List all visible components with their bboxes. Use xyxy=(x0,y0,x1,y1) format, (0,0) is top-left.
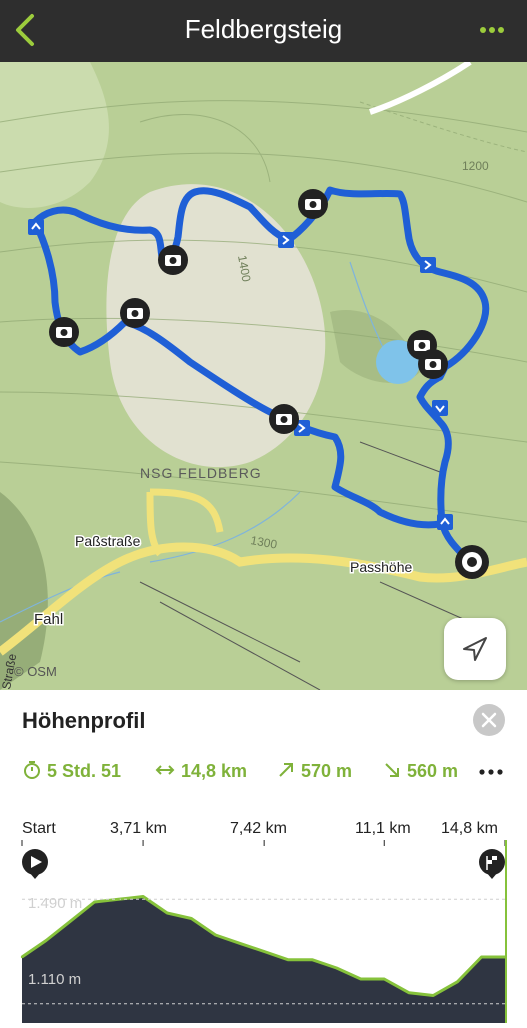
village-label: Fahl xyxy=(34,611,63,628)
elevation-point xyxy=(383,977,386,981)
contour-label: 1200 xyxy=(462,159,489,173)
elevation-chart[interactable]: 1.490 m 1.110 m xyxy=(0,794,527,1023)
ascent-stat: 570 m xyxy=(276,760,352,782)
axis-tick-label: 11,1 km xyxy=(355,820,411,837)
navigation-arrow-icon xyxy=(463,637,487,661)
descent-value: 560 m xyxy=(407,761,459,781)
axis-tick-label: 7,42 km xyxy=(230,820,287,837)
elevation-point xyxy=(407,991,411,994)
descent-stat: 560 m xyxy=(382,760,472,782)
elevation-point xyxy=(20,955,24,959)
more-dots-icon xyxy=(479,769,503,775)
map-canvas: NSG FELDBERG Paßstraße Passhöhe Fahl 120… xyxy=(0,62,527,690)
elevation-profile-panel: Höhenprofil 5 Std. 51 14,8 km 570 m 560 … xyxy=(0,690,527,1023)
map-attribution: © OSM xyxy=(14,664,57,679)
elevation-point xyxy=(214,933,217,937)
street-label: Paßstraße xyxy=(75,533,141,549)
camera-icon xyxy=(418,349,448,379)
direction-arrow-icon xyxy=(437,514,453,530)
camera-icon xyxy=(298,189,328,219)
elevation-point xyxy=(335,966,338,970)
elevation-point xyxy=(190,917,193,920)
direction-arrow-icon xyxy=(28,219,44,235)
elevation-point xyxy=(141,895,145,898)
camera-icon xyxy=(120,298,150,328)
axis-tick-label: 14,8 km xyxy=(441,820,498,837)
play-marker-icon xyxy=(22,849,48,879)
stopwatch-icon xyxy=(24,761,40,779)
camera-icon xyxy=(269,404,299,434)
camera-icon xyxy=(49,317,79,347)
region-label: NSG FELDBERG xyxy=(140,465,262,481)
more-dots-icon xyxy=(480,27,504,33)
ascent-arrow-icon xyxy=(279,763,293,777)
close-icon xyxy=(481,712,497,728)
elevation-point xyxy=(93,900,96,904)
distance-value: 14,8 km xyxy=(181,761,248,781)
elevation-point xyxy=(262,950,266,953)
elevation-point xyxy=(287,958,290,961)
altitude-label-low: 1.110 m xyxy=(28,971,82,988)
elevation-point xyxy=(238,942,241,945)
axis-tick-label: 3,71 km xyxy=(110,820,167,837)
elevation-chart-svg xyxy=(20,794,514,1023)
duration-stat: 5 Std. 51 xyxy=(22,760,121,782)
locate-button[interactable] xyxy=(444,618,506,680)
direction-arrow-icon xyxy=(420,257,436,273)
camera-icon xyxy=(158,245,188,275)
elevation-point xyxy=(311,958,314,961)
direction-arrow-icon xyxy=(432,400,448,416)
elevation-point xyxy=(432,994,435,997)
elevation-point xyxy=(480,955,483,959)
map-view[interactable]: NSG FELDBERG Paßstraße Passhöhe Fahl 120… xyxy=(0,62,527,690)
close-button[interactable] xyxy=(473,704,505,736)
altitude-label-high: 1.490 m xyxy=(28,895,83,912)
elevation-point xyxy=(117,898,120,901)
panel-title: Höhenprofil xyxy=(22,708,146,733)
ascent-value: 570 m xyxy=(301,761,353,781)
elevation-point xyxy=(166,911,169,915)
page-title: Feldbergsteig xyxy=(184,14,343,44)
direction-arrow-icon xyxy=(278,232,294,248)
descent-arrow-icon xyxy=(385,763,399,777)
more-options-button[interactable] xyxy=(479,20,505,40)
axis-ticks xyxy=(21,838,506,846)
duration-value: 5 Std. 51 xyxy=(47,761,122,781)
elevation-point xyxy=(359,977,362,981)
start-finish-marker-icon[interactable] xyxy=(455,545,489,579)
more-stats-button[interactable] xyxy=(478,762,504,782)
distance-stat: 14,8 km xyxy=(154,760,247,782)
pass-label: Passhöhe xyxy=(350,559,412,575)
finish-flag-icon xyxy=(479,849,505,879)
elevation-point xyxy=(69,920,72,923)
distance-arrows-icon xyxy=(155,765,175,775)
elevation-point xyxy=(456,980,459,983)
top-bar: Feldbergsteig xyxy=(0,0,527,62)
axis-tick-label: Start xyxy=(22,820,56,837)
elevation-point xyxy=(44,939,48,942)
